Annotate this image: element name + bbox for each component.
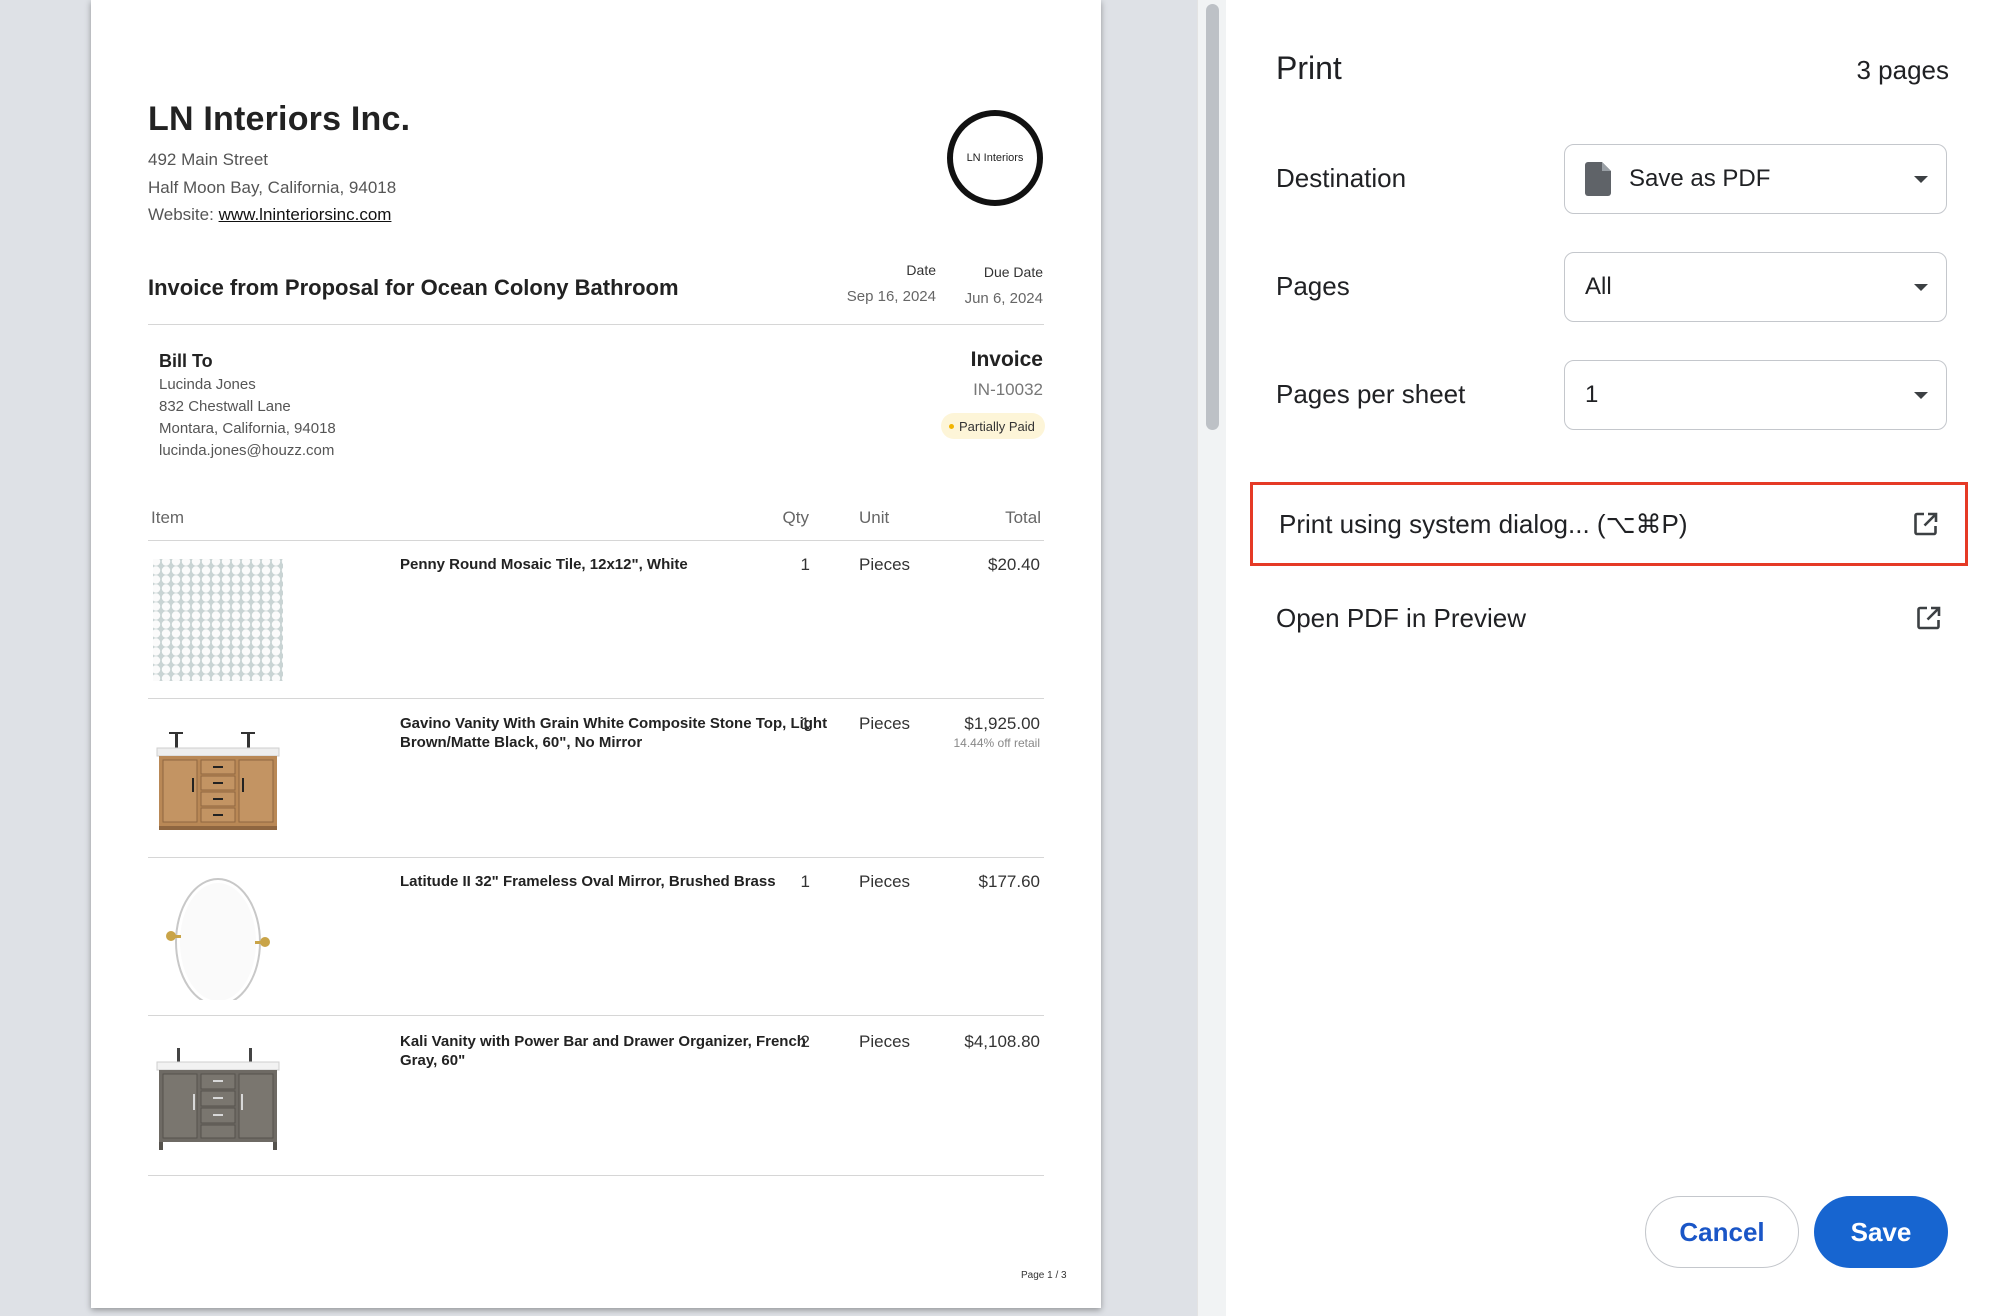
item-qty: 2	[800, 1032, 810, 1051]
gray-vanity-thumbnail	[156, 1048, 280, 1150]
due-date-value: Jun 6, 2024	[964, 290, 1043, 307]
open-external-icon	[1917, 606, 1941, 630]
item-total: $1,925.00	[964, 714, 1040, 733]
item-discount: 14.44% off retail	[953, 736, 1040, 750]
pages-per-sheet-value: 1	[1585, 381, 1599, 408]
table-row: Kali Vanity with Power Bar and Drawer Or…	[148, 1018, 1044, 1176]
item-unit: Pieces	[859, 555, 911, 574]
save-button[interactable]: Save	[1814, 1196, 1948, 1268]
column-header-total: Total	[1005, 508, 1041, 527]
tile-thumbnail	[153, 559, 283, 681]
bill-to-email: lucinda.jones@houzz.com	[159, 442, 335, 459]
due-date-label: Due Date	[983, 264, 1043, 280]
item-unit: Pieces	[859, 872, 911, 891]
pages-per-sheet-select[interactable]: 1	[1564, 360, 1947, 430]
destination-label: Destination	[1276, 163, 1407, 193]
item-qty: 1	[800, 872, 810, 891]
pages-select[interactable]: All	[1564, 252, 1947, 322]
column-header-unit: Unit	[859, 508, 890, 527]
column-header-item: Item	[151, 508, 185, 527]
item-qty: 1	[800, 714, 810, 733]
destination-value: Save as PDF	[1629, 165, 1771, 192]
caret-down-icon	[1914, 392, 1928, 399]
preview-scrollbar-thumb[interactable]	[1206, 4, 1219, 430]
caret-down-icon	[1914, 284, 1928, 291]
item-qty: 1	[800, 555, 810, 574]
system-dialog-label: Print using system dialog... (⌥⌘P)	[1279, 508, 1688, 539]
cancel-button[interactable]: Cancel	[1645, 1196, 1799, 1268]
logo-text: LN Interiors	[966, 152, 1024, 164]
page-count: 3 pages	[1856, 55, 1949, 85]
item-total: $177.60	[978, 872, 1040, 891]
bill-to-name: Lucinda Jones	[159, 376, 256, 393]
table-row: Latitude II 32" Frameless Oval Mirror, B…	[148, 858, 1044, 1016]
item-unit: Pieces	[859, 1032, 911, 1051]
pages-value: All	[1585, 273, 1612, 300]
company-address-line2: Half Moon Bay, California, 94018	[148, 178, 397, 197]
website-link[interactable]: www.lninteriorsinc.com	[219, 205, 392, 224]
status-text: Partially Paid	[959, 418, 1035, 434]
item-total: $4,108.80	[964, 1032, 1040, 1051]
table-row: Gavino Vanity With Grain White Composite…	[148, 700, 1044, 858]
wood-vanity-thumbnail	[156, 732, 280, 830]
destination-select[interactable]: Save as PDF	[1564, 144, 1947, 214]
table-row: Penny Round Mosaic Tile, 12x12", White 1…	[148, 541, 1044, 699]
invoice-title: Invoice from Proposal for Ocean Colony B…	[148, 275, 679, 300]
company-logo: LN Interiors	[947, 110, 1043, 206]
open-preview-label: Open PDF in Preview	[1276, 602, 1526, 633]
invoice-label: Invoice	[970, 348, 1043, 371]
status-badge: Partially Paid	[941, 413, 1045, 439]
oval-mirror-thumbnail	[166, 878, 270, 1000]
document-icon	[1585, 162, 1611, 196]
bill-to-heading: Bill To	[159, 351, 213, 371]
invoice-number: IN-10032	[973, 380, 1043, 399]
print-preview-area: LN Interiors Inc. 492 Main Street Half M…	[0, 0, 1197, 1316]
caret-down-icon	[1914, 176, 1928, 183]
print-using-system-dialog-link[interactable]: Print using system dialog... (⌥⌘P)	[1250, 482, 1968, 566]
company-name: LN Interiors Inc.	[148, 100, 411, 138]
print-settings-panel: Print 3 pages Destination Save as PDF Pa…	[1226, 0, 1992, 1316]
website-label: Website:	[148, 205, 219, 224]
date-label: Date	[906, 262, 936, 278]
pages-label: Pages	[1276, 271, 1350, 301]
divider	[148, 324, 1044, 325]
pages-per-sheet-label: Pages per sheet	[1276, 379, 1466, 409]
column-header-qty: Qty	[782, 508, 809, 527]
company-website: Website: www.lninteriorsinc.com	[148, 205, 391, 225]
page-number: Page 1 / 3	[1021, 1270, 1067, 1281]
bill-to-street: 832 Chestwall Lane	[159, 398, 291, 415]
item-unit: Pieces	[859, 714, 911, 733]
open-pdf-in-preview-link[interactable]: Open PDF in Preview	[1250, 576, 1968, 660]
open-external-icon	[1914, 512, 1938, 536]
status-dot-icon	[949, 423, 954, 429]
company-address-line1: 492 Main Street	[148, 150, 269, 169]
print-title: Print	[1276, 50, 1342, 86]
date-value: Sep 16, 2024	[846, 288, 936, 305]
preview-page: LN Interiors Inc. 492 Main Street Half M…	[91, 0, 1101, 1308]
item-total: $20.40	[988, 555, 1040, 574]
bill-to-city: Montara, California, 94018	[159, 420, 336, 437]
